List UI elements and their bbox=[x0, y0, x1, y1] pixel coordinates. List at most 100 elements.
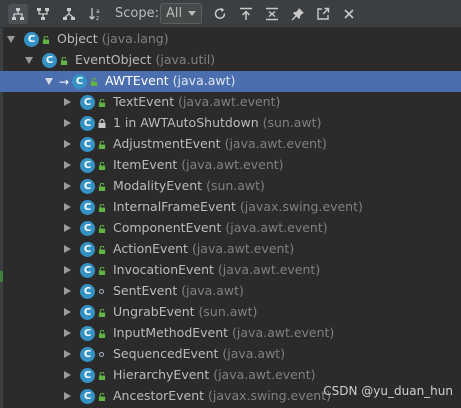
class-icon: C bbox=[80, 137, 95, 152]
chevron-right-icon[interactable] bbox=[64, 266, 71, 274]
public-visibility-icon bbox=[98, 267, 106, 275]
class-package: (sun.awt) bbox=[262, 115, 322, 130]
class-name: AdjustmentEvent (java.awt.event) bbox=[113, 136, 327, 151]
chevron-right-icon[interactable] bbox=[64, 98, 71, 106]
class-name-text: ActionEvent bbox=[113, 241, 192, 256]
autoscroll-icon[interactable] bbox=[236, 4, 256, 24]
class-name-text: ComponentEvent bbox=[113, 220, 226, 235]
tree-row[interactable]: C ActionEvent (java.awt.event) bbox=[0, 239, 461, 260]
class-name: TextEvent (java.awt.event) bbox=[113, 94, 280, 109]
watermark: CSDN @yu_duan_hun bbox=[323, 384, 453, 398]
class-name-text: HierarchyEvent bbox=[113, 367, 214, 382]
class-name: 1 in AWTAutoShutdown (sun.awt) bbox=[113, 115, 321, 130]
chevron-right-icon[interactable] bbox=[64, 371, 71, 379]
class-name: ComponentEvent (java.awt.event) bbox=[113, 220, 328, 235]
class-package: (java.awt) bbox=[181, 283, 244, 298]
chevron-right-icon[interactable] bbox=[64, 392, 71, 400]
tree-row[interactable]: C UngrabEvent (sun.awt) bbox=[0, 302, 461, 323]
class-name: AncestorEvent (javax.swing.event) bbox=[113, 388, 331, 403]
scope-dropdown[interactable]: All bbox=[160, 3, 202, 24]
chevron-down-icon bbox=[188, 11, 196, 16]
public-visibility-icon bbox=[98, 393, 106, 401]
class-name: ItemEvent (java.awt.event) bbox=[113, 157, 284, 172]
chevron-right-icon[interactable] bbox=[64, 140, 71, 148]
tree-row[interactable]: C TextEvent (java.awt.event) bbox=[0, 92, 461, 113]
class-name: Object (java.lang) bbox=[57, 31, 169, 46]
public-visibility-icon bbox=[98, 330, 106, 338]
class-package: (java.util) bbox=[155, 52, 216, 67]
public-visibility-icon bbox=[42, 36, 50, 44]
tree-row[interactable]: C ModalityEvent (sun.awt) bbox=[0, 176, 461, 197]
class-name-text: ItemEvent bbox=[113, 157, 182, 172]
private-lock-icon bbox=[98, 119, 106, 128]
class-name: InternalFrameEvent (javax.swing.event) bbox=[113, 199, 363, 214]
tree-row[interactable]: C InputMethodEvent (java.awt.event) bbox=[0, 323, 461, 344]
public-visibility-icon bbox=[98, 162, 106, 170]
pin-icon[interactable] bbox=[288, 4, 308, 24]
collapse-all-icon[interactable] bbox=[262, 4, 282, 24]
tree-row[interactable]: C InternalFrameEvent (javax.swing.event) bbox=[0, 197, 461, 218]
class-name-text: SentEvent bbox=[113, 283, 182, 298]
class-name: AWTEvent (java.awt) bbox=[105, 73, 235, 88]
class-package: (java.awt) bbox=[222, 346, 286, 361]
subtypes-hierarchy-icon[interactable] bbox=[8, 4, 28, 24]
class-hierarchy-icon[interactable] bbox=[59, 4, 79, 24]
class-package: (java.awt.event) bbox=[181, 157, 284, 172]
chevron-right-icon[interactable] bbox=[64, 329, 71, 337]
tree-row[interactable]: C EventObject (java.util) bbox=[0, 50, 461, 71]
class-name-text: EventObject bbox=[75, 52, 156, 67]
class-icon: C bbox=[42, 53, 57, 68]
chevron-right-icon[interactable] bbox=[64, 245, 71, 253]
tree-row[interactable]: C InvocationEvent (java.awt.event) bbox=[0, 260, 461, 281]
tree-row[interactable]: C Object (java.lang) bbox=[0, 29, 461, 50]
class-package: (java.lang) bbox=[101, 31, 169, 46]
class-icon: C bbox=[80, 305, 95, 320]
tree-row[interactable]: C AdjustmentEvent (java.awt.event) bbox=[0, 134, 461, 155]
class-icon: C bbox=[80, 263, 95, 278]
tree-row[interactable]: C SequencedEvent (java.awt) bbox=[0, 344, 461, 365]
class-icon: C bbox=[72, 74, 87, 89]
class-name-text: TextEvent bbox=[113, 94, 179, 109]
class-name-text: ModalityEvent bbox=[113, 178, 207, 193]
tree-row[interactable]: C ComponentEvent (java.awt.event) bbox=[0, 218, 461, 239]
class-name: UngrabEvent (sun.awt) bbox=[113, 304, 257, 319]
tree-row[interactable]: C 1 in AWTAutoShutdown (sun.awt) bbox=[0, 113, 461, 134]
chevron-right-icon[interactable] bbox=[64, 161, 71, 169]
class-package: (javax.swing.event) bbox=[208, 388, 331, 403]
close-icon[interactable] bbox=[339, 4, 359, 24]
class-package: (javax.swing.event) bbox=[239, 199, 363, 214]
public-visibility-icon bbox=[98, 225, 106, 233]
class-name-text: SequencedEvent bbox=[113, 346, 223, 361]
tree-row[interactable]: → C AWTEvent (java.awt) bbox=[0, 71, 461, 92]
class-icon: C bbox=[24, 32, 39, 47]
class-name-text: InputMethodEvent bbox=[113, 325, 233, 340]
tree-row[interactable]: C HierarchyEvent (java.awt.event) bbox=[0, 365, 461, 386]
supertypes-hierarchy-icon[interactable] bbox=[33, 4, 53, 24]
chevron-right-icon[interactable] bbox=[64, 350, 71, 358]
class-package: (java.awt.event) bbox=[225, 220, 328, 235]
sort-alphabetically-icon[interactable]: az bbox=[86, 4, 106, 24]
refresh-icon[interactable] bbox=[210, 4, 230, 24]
class-icon: C bbox=[80, 95, 95, 110]
class-package: (java.awt.event) bbox=[224, 136, 327, 151]
chevron-right-icon[interactable] bbox=[64, 287, 71, 295]
chevron-right-icon[interactable] bbox=[64, 308, 71, 316]
export-icon[interactable] bbox=[313, 4, 333, 24]
chevron-right-icon[interactable] bbox=[64, 224, 71, 232]
public-visibility-icon bbox=[90, 78, 98, 86]
public-visibility-icon bbox=[60, 57, 68, 65]
class-name: SequencedEvent (java.awt) bbox=[113, 346, 285, 361]
class-name-text: AWTEvent bbox=[105, 73, 173, 88]
chevron-right-icon[interactable] bbox=[64, 182, 71, 190]
chevron-right-icon[interactable] bbox=[64, 119, 71, 127]
public-visibility-icon bbox=[98, 141, 106, 149]
chevron-down-icon[interactable] bbox=[25, 57, 33, 64]
chevron-down-icon[interactable] bbox=[7, 36, 15, 43]
chevron-right-icon[interactable] bbox=[64, 203, 71, 211]
tree-row[interactable]: C SentEvent (java.awt) bbox=[0, 281, 461, 302]
tree-row[interactable]: C ItemEvent (java.awt.event) bbox=[0, 155, 461, 176]
chevron-down-icon[interactable] bbox=[45, 78, 53, 85]
class-package: (java.awt.event) bbox=[232, 325, 335, 340]
svg-text:a: a bbox=[96, 8, 100, 15]
class-package: (java.awt.event) bbox=[178, 94, 281, 109]
